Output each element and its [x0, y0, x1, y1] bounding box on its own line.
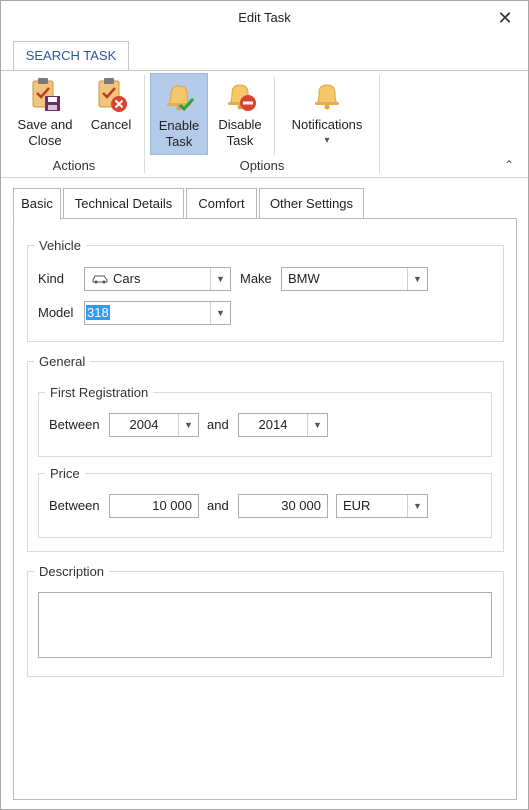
tab-comfort[interactable]: Comfort	[186, 188, 257, 219]
currency-value: EUR	[343, 498, 371, 513]
clipboard-cancel-icon	[98, 78, 127, 112]
price-between-label: Between	[49, 498, 100, 513]
tab-other-settings[interactable]: Other Settings	[259, 188, 364, 219]
tab-content-basic: Vehicle Kind Cars ▼ Make BMW ▼ Model 318…	[13, 218, 517, 800]
chevron-down-icon[interactable]: ▼	[307, 414, 327, 436]
notifications-button[interactable]: Notifications ▾	[284, 77, 370, 155]
make-dropdown[interactable]: BMW ▼	[281, 267, 428, 291]
bell-icon	[315, 84, 339, 110]
tab-basic[interactable]: Basic	[13, 188, 61, 220]
disable-task-button[interactable]: Disable Task	[212, 77, 268, 155]
cancel-button[interactable]: Cancel	[87, 77, 135, 155]
price-to-input[interactable]: 30 000	[238, 494, 328, 518]
model-label: Model	[38, 305, 74, 320]
ribbon-separator	[274, 77, 275, 155]
collapse-ribbon-icon[interactable]: ⌃	[504, 158, 514, 172]
description-textarea[interactable]	[38, 592, 492, 658]
first-registration-and-label: and	[207, 417, 229, 432]
window-title: Edit Task	[238, 10, 291, 25]
chevron-down-icon[interactable]: ▼	[210, 302, 230, 324]
car-icon	[91, 269, 109, 291]
registration-to-value: 2014	[258, 417, 288, 432]
vehicle-legend: Vehicle	[39, 238, 81, 253]
price-legend: Price	[50, 466, 80, 481]
price-from-input[interactable]: 10 000	[109, 494, 199, 518]
tab-technical-details[interactable]: Technical Details	[63, 188, 184, 219]
registration-to-dropdown[interactable]: 2014 ▼	[238, 413, 328, 437]
group-label-options: Options	[239, 158, 285, 173]
chevron-down-icon[interactable]: ▼	[407, 268, 427, 290]
bell-check-icon	[167, 85, 195, 112]
bell-disable-icon	[228, 84, 256, 111]
enable-task-button[interactable]: Enable Task	[150, 73, 208, 155]
cancel-label: Cancel	[90, 117, 132, 132]
first-registration-legend: First Registration	[50, 385, 149, 400]
notifications-label: Notifications	[291, 117, 363, 132]
chevron-down-icon[interactable]: ▼	[210, 268, 230, 290]
model-dropdown[interactable]: 318 ▼	[84, 301, 231, 325]
registration-from-dropdown[interactable]: 2004 ▼	[109, 413, 199, 437]
price-and-label: and	[207, 498, 229, 513]
registration-from-value: 2004	[129, 417, 159, 432]
chevron-down-icon[interactable]: ▼	[407, 495, 427, 517]
enable-task-label-2: Task	[165, 134, 193, 149]
kind-label: Kind	[38, 271, 65, 286]
kind-dropdown[interactable]: Cars ▼	[84, 267, 231, 291]
save-and-close-label-1: Save and	[17, 117, 73, 132]
clipboard-save-icon	[32, 78, 60, 111]
edit-task-window: Edit Task ✕ SEARCH TASK Save and Close C…	[0, 0, 529, 810]
disable-task-label-1: Disable	[218, 117, 262, 132]
close-icon[interactable]: ✕	[494, 7, 516, 29]
kind-value: Cars	[113, 271, 141, 286]
enable-task-label-1: Enable	[158, 118, 200, 133]
general-legend: General	[39, 354, 86, 369]
model-value: 318	[86, 305, 110, 320]
save-and-close-label-2: Close	[28, 133, 62, 148]
save-and-close-button[interactable]: Save and Close	[13, 77, 77, 155]
disable-task-label-2: Task	[226, 133, 254, 148]
currency-dropdown[interactable]: EUR ▼	[336, 494, 428, 518]
chevron-down-icon[interactable]: ▼	[178, 414, 198, 436]
make-label: Make	[240, 271, 272, 286]
ribbon-separator	[144, 75, 145, 173]
ribbon-separator	[379, 75, 380, 173]
description-legend: Description	[39, 564, 105, 579]
ribbon: Save and Close Cancel Actions Enable Tas…	[1, 70, 528, 178]
chevron-down-icon: ▾	[324, 135, 330, 146]
group-label-actions: Actions	[52, 158, 96, 173]
first-registration-between-label: Between	[49, 417, 100, 432]
ribbon-tab-search-task[interactable]: SEARCH TASK	[13, 41, 129, 71]
make-value: BMW	[288, 271, 320, 286]
